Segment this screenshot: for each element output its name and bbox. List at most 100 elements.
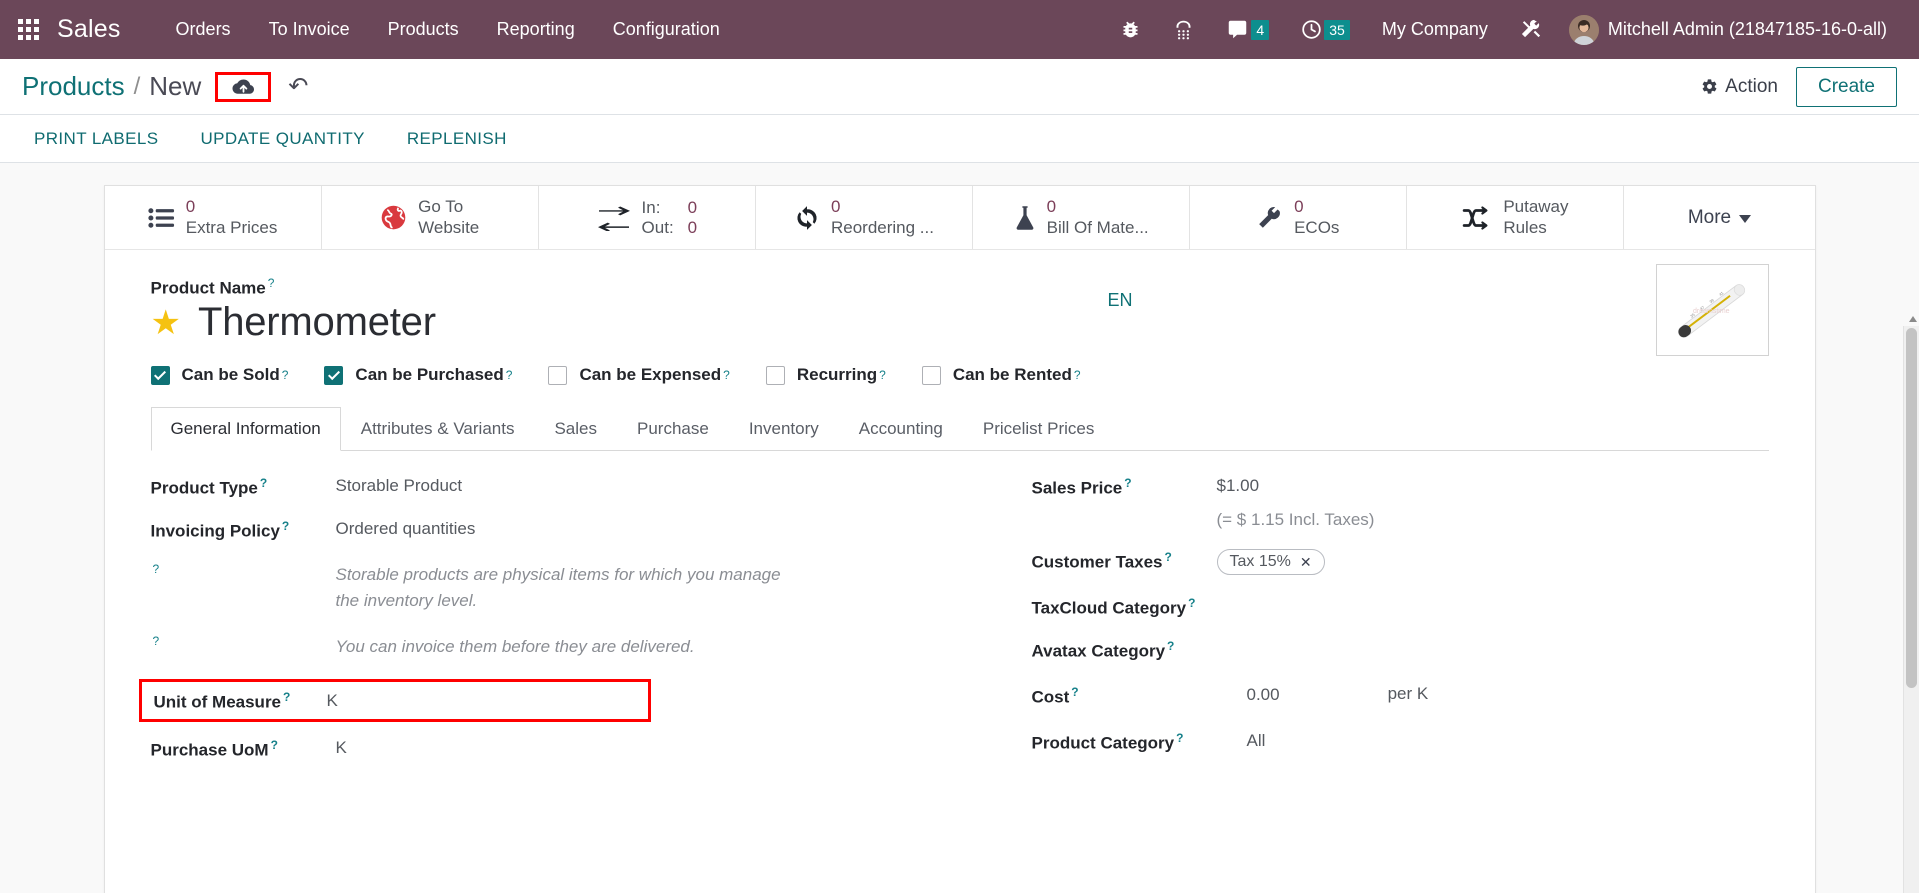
checkbox-box[interactable] xyxy=(921,365,941,385)
purchase-uom-value[interactable]: K xyxy=(336,737,347,758)
checkbox-box[interactable] xyxy=(765,365,785,385)
activities-icon-group[interactable]: 35 xyxy=(1285,0,1366,59)
help-tip-icon[interactable]: ? xyxy=(283,690,290,704)
messages-icon-group[interactable]: 4 xyxy=(1210,0,1285,59)
smart-button-ecos[interactable]: 0 ECOs xyxy=(1190,186,1408,249)
language-badge-en[interactable]: EN xyxy=(1108,290,1133,311)
menu-reporting[interactable]: Reporting xyxy=(478,13,594,46)
action-button[interactable]: Action xyxy=(1701,76,1778,98)
help-tip-icon[interactable]: ? xyxy=(1176,731,1183,745)
checkbox-can-be-expensed[interactable]: Can be Expensed? xyxy=(548,365,730,385)
uom-value[interactable]: K xyxy=(327,690,338,711)
sales-price-group: $1.00 (= $ 1.15 Incl. Taxes) xyxy=(1217,475,1375,530)
smart-button-reordering-rules[interactable]: 0 Reordering ... xyxy=(756,186,974,249)
tab-attributes-variants[interactable]: Attributes & Variants xyxy=(341,407,535,451)
discard-changes-button[interactable]: ↶ xyxy=(288,74,308,99)
help-tip-icon[interactable]: ? xyxy=(1165,550,1172,564)
help-tip-icon[interactable]: ? xyxy=(1124,476,1131,490)
help-tip-icon[interactable]: ? xyxy=(268,276,275,290)
smart-button-in-out[interactable]: In: 0 Out: 0 xyxy=(539,186,756,249)
menu-configuration[interactable]: Configuration xyxy=(594,13,739,46)
product-type-hint: Storable products are physical items for… xyxy=(335,565,781,611)
extra-prices-count: 0 xyxy=(185,197,196,217)
help-tip-icon[interactable]: ? xyxy=(1188,596,1195,610)
help-tip-icon[interactable]: ? xyxy=(1071,685,1078,699)
save-record-button[interactable] xyxy=(215,71,272,102)
help-tip-icon[interactable]: ? xyxy=(723,368,730,382)
app-brand-sales[interactable]: Sales xyxy=(57,15,121,44)
help-tip-icon[interactable]: ? xyxy=(260,476,267,490)
product-type-value[interactable]: Storable Product xyxy=(336,475,463,496)
phone-dialpad-icon[interactable] xyxy=(1157,0,1210,59)
tab-sales[interactable]: Sales xyxy=(534,407,617,451)
invoicing-policy-value[interactable]: Ordered quantities xyxy=(336,518,476,539)
help-tip-icon[interactable]: ? xyxy=(271,738,278,752)
flask-icon xyxy=(1014,205,1036,231)
tab-general-information[interactable]: General Information xyxy=(150,407,341,452)
ecos-label: ECOs xyxy=(1294,217,1340,237)
go-to-website-label-line1: Go To xyxy=(418,197,464,217)
close-icon[interactable]: ✕ xyxy=(1300,554,1312,571)
product-name-input[interactable]: Thermometer xyxy=(198,300,436,345)
help-tip-icon[interactable]: ? xyxy=(282,368,289,382)
breadcrumb-products[interactable]: Products xyxy=(22,71,125,102)
print-labels-button[interactable]: PRINT LABELS xyxy=(30,124,162,154)
smart-button-putaway-rules[interactable]: Putaway Rules xyxy=(1407,186,1625,249)
vertical-scrollbar[interactable] xyxy=(1903,316,1919,893)
product-category-value[interactable]: All xyxy=(1247,730,1266,751)
cost-value[interactable]: 0.00 xyxy=(1247,684,1280,705)
wrench-screwdriver-icon[interactable] xyxy=(1504,0,1559,59)
invoicing-policy-label-wrap: Invoicing Policy? xyxy=(151,518,336,542)
menu-to-invoice[interactable]: To Invoice xyxy=(250,13,369,46)
product-image[interactable]: 35 37 39 41 dreamstime xyxy=(1655,264,1769,356)
help-tip-icon[interactable]: ? xyxy=(153,634,160,648)
checkbox-label: Can be Purchased xyxy=(355,365,504,385)
field-product-category: Product Category? All xyxy=(1032,730,1769,754)
product-name-label: Product Name xyxy=(150,278,266,298)
checkbox-recurring[interactable]: Recurring? xyxy=(765,365,886,385)
scroll-up-arrow-icon[interactable] xyxy=(1909,316,1917,322)
tab-purchase[interactable]: Purchase xyxy=(617,407,729,451)
checkbox-box[interactable] xyxy=(150,365,170,385)
create-button[interactable]: Create xyxy=(1795,66,1897,107)
help-tip-icon[interactable]: ? xyxy=(506,368,513,382)
wrench-icon xyxy=(1257,205,1283,231)
tab-pricelist-prices[interactable]: Pricelist Prices xyxy=(963,407,1114,451)
user-menu[interactable]: Mitchell Admin (21847185-16-0-all) xyxy=(1559,14,1901,45)
smart-button-extra-prices[interactable]: 0 Extra Prices xyxy=(105,186,322,249)
more-smart-buttons-dropdown[interactable]: More xyxy=(1624,186,1814,249)
star-icon[interactable]: ★ xyxy=(151,306,181,340)
smart-button-go-to-website[interactable]: Go To Website xyxy=(322,186,539,249)
smart-button-bar: 0 Extra Prices Go To Website In: 0 Out: … xyxy=(104,186,1815,250)
sales-price-value[interactable]: $1.00 xyxy=(1217,475,1375,496)
cost-value-group: 0.00 per K xyxy=(1247,684,1429,705)
tab-accounting[interactable]: Accounting xyxy=(839,407,963,451)
smart-button-bill-of-materials[interactable]: 0 Bill Of Mate... xyxy=(973,186,1191,249)
field-unit-of-measure[interactable]: Unit of Measure? K xyxy=(138,678,651,723)
customer-taxes-value[interactable]: Tax 15% ✕ xyxy=(1216,549,1325,576)
tab-inventory[interactable]: Inventory xyxy=(729,407,839,451)
checkbox-box[interactable] xyxy=(548,365,568,385)
checkbox-can-be-purchased[interactable]: Can be Purchased? xyxy=(324,365,512,385)
help-tip-icon[interactable]: ? xyxy=(153,562,160,576)
help-tip-icon[interactable]: ? xyxy=(1074,368,1081,382)
invoicing-policy-label: Invoicing Policy xyxy=(150,521,280,541)
help-tip-icon[interactable]: ? xyxy=(282,519,289,533)
replenish-button[interactable]: REPLENISH xyxy=(403,124,511,154)
help-tip-icon[interactable]: ? xyxy=(879,368,886,382)
field-invoicing-policy: Invoicing Policy? Ordered quantities xyxy=(151,518,960,542)
reordering-count: 0 xyxy=(830,197,841,217)
bug-icon[interactable] xyxy=(1104,0,1157,59)
putaway-label-line1: Putaway xyxy=(1503,197,1569,217)
company-switcher[interactable]: My Company xyxy=(1366,19,1504,40)
apps-menu-icon[interactable] xyxy=(18,19,39,40)
checkbox-can-be-sold[interactable]: Can be Sold? xyxy=(150,365,289,385)
update-quantity-button[interactable]: UPDATE QUANTITY xyxy=(196,124,368,154)
checkbox-box[interactable] xyxy=(324,365,344,385)
menu-orders[interactable]: Orders xyxy=(157,13,250,46)
scrollbar-thumb[interactable] xyxy=(1906,316,1917,688)
menu-products[interactable]: Products xyxy=(369,13,478,46)
tax-tag[interactable]: Tax 15% ✕ xyxy=(1216,549,1325,576)
help-tip-icon[interactable]: ? xyxy=(1167,639,1174,653)
checkbox-can-be-rented[interactable]: Can be Rented? xyxy=(921,365,1081,385)
